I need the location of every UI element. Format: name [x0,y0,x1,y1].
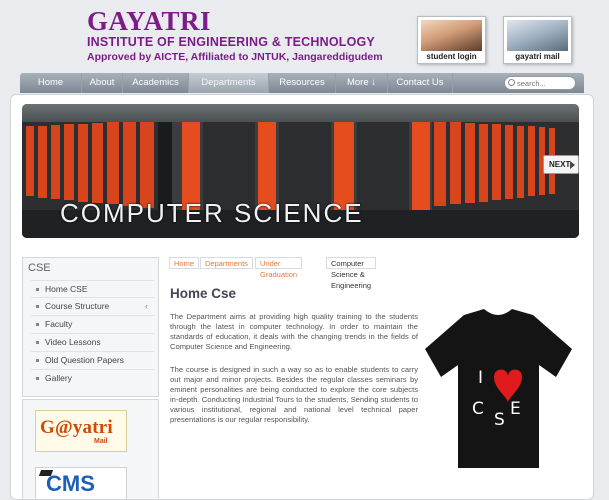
breadcrumb-departments[interactable]: Departments [200,257,253,269]
tshirt-image [422,307,575,468]
nav-departments[interactable]: Departments [189,73,269,93]
cms-banner[interactable]: CMS [35,467,127,500]
tshirt-letter-c: C [472,399,484,419]
approval-text: Approved by AICTE, Affiliated to JNTUK, … [87,51,383,63]
site-subtitle: INSTITUTE OF ENGINEERING & TECHNOLOGY [87,35,375,49]
chevron-left-icon: ‹ [145,301,148,311]
tshirt-shape [425,309,572,468]
tshirt-letter-i: I [478,368,484,388]
sidebar-item-label: Home CSE [45,284,88,294]
student-photo-icon [421,20,482,51]
sidebar-item-faculty[interactable]: Faculty [31,315,154,332]
next-slide-button[interactable]: NEXT [543,155,579,174]
gayatri-mail-banner[interactable]: G@yatri Mail [35,410,127,452]
tshirt-letter-e: E [510,399,521,419]
nav-academics[interactable]: Academics [123,73,189,93]
breadcrumb-home[interactable]: Home [169,257,200,269]
main-nav: Home About Academics Departments Resourc… [20,73,584,93]
nav-more[interactable]: More ↓ [336,73,388,93]
breadcrumb-current: Computer Science & Engineering [326,257,377,290]
site-header: GAYATRI INSTITUTE OF ENGINEERING & TECHN… [0,0,609,74]
nav-contact-us[interactable]: Contact Us [388,73,453,93]
sidebar-item-gallery[interactable]: Gallery [31,369,154,386]
sidebar-item-course-structure[interactable]: Course Structure ‹ [31,297,154,314]
sidebar-item-label: Course Structure [45,301,110,311]
student-login-label: student login [426,52,477,61]
sidebar-item-label: Video Lessons [45,337,101,347]
site-title[interactable]: GAYATRI [87,6,211,37]
sidebar-item-home-cse[interactable]: Home CSE [31,280,154,297]
sidebar-item-label: Old Question Papers [45,355,124,365]
intro-paragraph: The Department aims at providing high qu… [170,312,418,351]
banner-slider: COMPUTER SCIENCE [22,104,579,238]
nav-resources[interactable]: Resources [269,73,336,93]
page-title: Home Cse [170,286,237,301]
sidebar-title: CSE [28,262,51,274]
gayatri-mail-label: gayatri mail [515,52,560,61]
sidebar-item-video-lessons[interactable]: Video Lessons [31,333,154,350]
gayatri-mail-logo-text: G@yatri [40,417,113,438]
sidebar-item-old-question-papers[interactable]: Old Question Papers [31,351,154,368]
students-photo-icon [507,20,568,51]
cms-logo-text: CMS [46,471,95,496]
gayatri-mail-logo-small: Mail [94,438,108,445]
banner-caption: COMPUTER SCIENCE [60,198,364,228]
gayatri-mail-link[interactable]: gayatri mail [503,16,572,64]
tshirt-letter-s: S [494,410,505,430]
sidebar-item-label: Faculty [45,319,73,329]
nav-home[interactable]: Home [20,73,82,93]
breadcrumb-under-graduation[interactable]: Under Graduation [255,257,303,279]
student-login-link[interactable]: student login [417,16,486,64]
search-icon [508,79,515,86]
sidebar-item-label: Gallery [45,373,72,383]
course-paragraph: The course is designed in such a way so … [170,365,418,424]
nav-about[interactable]: About [82,73,123,93]
sidebar: CSE Home CSE Course Structure ‹ Faculty V… [22,257,159,397]
